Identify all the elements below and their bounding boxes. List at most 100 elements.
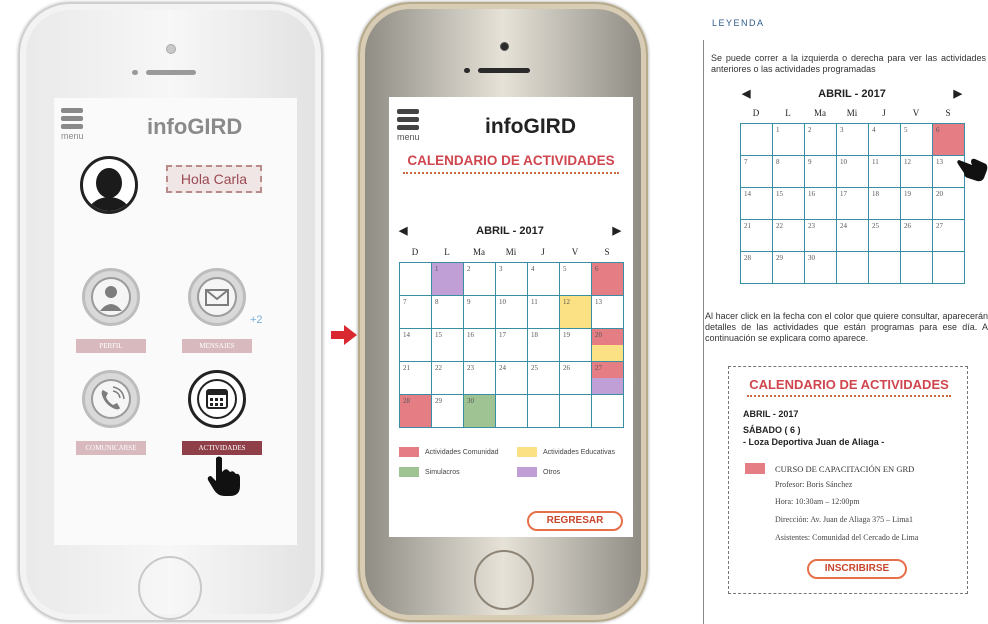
calendar-day-22[interactable]: 22 [773, 220, 805, 252]
calendar-day-19[interactable]: 19 [901, 188, 933, 220]
back-button[interactable]: REGRESAR [527, 511, 623, 531]
call-label[interactable]: COMUNICARSE [76, 441, 146, 455]
calendar-day-10[interactable]: 10 [496, 296, 528, 329]
month-label: ABRIL - 2017 [476, 224, 544, 237]
calendar-day-10[interactable]: 10 [837, 156, 869, 188]
home-button[interactable] [474, 550, 534, 610]
calendar-day-24[interactable]: 24 [837, 220, 869, 252]
calendar-day-16[interactable]: 16 [805, 188, 837, 220]
calendar-day-15[interactable]: 15 [773, 188, 805, 220]
call-tile[interactable] [82, 370, 140, 428]
calendar-day-9[interactable]: 9 [464, 296, 496, 329]
profile-tile[interactable] [82, 268, 140, 326]
calendar-empty-cell [741, 124, 773, 156]
envelope-icon [197, 277, 237, 317]
calendar-day-3[interactable]: 3 [496, 263, 528, 296]
day-number: 1 [435, 265, 439, 273]
mini-calendar-grid: 1 2 3 4 5 6 7 8 9 10 11 12 13 14 15 16 17 18 19 20 21 22 23 24 2… [740, 123, 965, 284]
calendar-day-29[interactable]: 29 [773, 252, 805, 284]
calendar-day-17[interactable]: 17 [496, 329, 528, 362]
calendar-day-21[interactable]: 21 [400, 362, 432, 395]
calendar-day-16[interactable]: 16 [464, 329, 496, 362]
day-number: 4 [531, 265, 535, 273]
calendar-day-12[interactable]: 12 [560, 296, 592, 329]
next-month-arrow-icon[interactable]: ▶ [613, 224, 621, 237]
day-number: 25 [531, 364, 538, 372]
calendar-empty-cell [528, 395, 560, 428]
arrow-right-icon [331, 325, 357, 345]
calendar-day-7[interactable]: 7 [400, 296, 432, 329]
calendar-day-26[interactable]: 26 [560, 362, 592, 395]
calendar-day-18[interactable]: 18 [869, 188, 901, 220]
activities-tile[interactable] [188, 370, 246, 428]
menu-button[interactable]: menu [61, 108, 84, 141]
pointer-hand-icon [957, 158, 988, 182]
menu-button[interactable]: menu [397, 109, 420, 142]
calendar-day-25[interactable]: 25 [528, 362, 560, 395]
calendar-day-3[interactable]: 3 [837, 124, 869, 156]
subscribe-button[interactable]: INSCRIBIRSE [807, 559, 907, 579]
calendar-day-27[interactable]: 27 [933, 220, 965, 252]
calendar-day-7[interactable]: 7 [741, 156, 773, 188]
calendar-day-28[interactable]: 28 [400, 395, 432, 428]
home-button[interactable] [138, 556, 202, 620]
calendar-day-4[interactable]: 4 [869, 124, 901, 156]
calendar-day-8[interactable]: 8 [773, 156, 805, 188]
calendar-day-11[interactable]: 11 [528, 296, 560, 329]
prev-month-arrow-icon[interactable]: ◀ [399, 224, 407, 237]
calendar-day-15[interactable]: 15 [432, 329, 464, 362]
day-number: 25 [872, 222, 879, 230]
calendar-day-5[interactable]: 5 [560, 263, 592, 296]
calendar-day-29[interactable]: 29 [432, 395, 464, 428]
calendar-day-24[interactable]: 24 [496, 362, 528, 395]
calendar-day-27[interactable]: 27 [592, 362, 624, 395]
calendar-day-25[interactable]: 25 [869, 220, 901, 252]
calendar-day-23[interactable]: 23 [464, 362, 496, 395]
event-marker-educativas [592, 345, 623, 361]
calendar-day-20[interactable]: 20 [933, 188, 965, 220]
day-number: 30 [467, 397, 474, 405]
avatar[interactable] [80, 156, 138, 214]
calendar-day-18[interactable]: 18 [528, 329, 560, 362]
weekday-label: V [571, 247, 579, 257]
calendar-day-5[interactable]: 5 [901, 124, 933, 156]
day-number: 2 [808, 126, 812, 134]
sensor-dot [132, 70, 138, 75]
calendar-day-2[interactable]: 2 [805, 124, 837, 156]
calendar-day-4[interactable]: 4 [528, 263, 560, 296]
calendar-day-2[interactable]: 2 [464, 263, 496, 296]
calendar-day-1[interactable]: 1 [773, 124, 805, 156]
home-screen: menu infoGIRD Hola Carla PERFIL +2 MENSA… [54, 98, 297, 545]
weekday-label: Mi [505, 247, 517, 257]
day-number: 15 [435, 331, 442, 339]
day-number: 8 [435, 298, 439, 306]
activities-label[interactable]: ACTIVIDADES [182, 441, 262, 455]
messages-tile[interactable] [188, 268, 246, 326]
calendar-day-14[interactable]: 14 [400, 329, 432, 362]
calendar-day-17[interactable]: 17 [837, 188, 869, 220]
calendar-day-30[interactable]: 30 [464, 395, 496, 428]
calendar-day-9[interactable]: 9 [805, 156, 837, 188]
calendar-empty-cell [933, 252, 965, 284]
calendar-day-14[interactable]: 14 [741, 188, 773, 220]
calendar-day-8[interactable]: 8 [432, 296, 464, 329]
calendar-day-21[interactable]: 21 [741, 220, 773, 252]
calendar-day-22[interactable]: 22 [432, 362, 464, 395]
calendar-day-28[interactable]: 28 [741, 252, 773, 284]
calendar-day-20[interactable]: 20 [592, 329, 624, 362]
calendar-day-30[interactable]: 30 [805, 252, 837, 284]
calendar-day-6[interactable]: 6 [592, 263, 624, 296]
calendar-day-23[interactable]: 23 [805, 220, 837, 252]
day-number: 3 [840, 126, 844, 134]
calendar-day-11[interactable]: 11 [869, 156, 901, 188]
messages-label[interactable]: MENSAJES [182, 339, 252, 353]
calendar-day-19[interactable]: 19 [560, 329, 592, 362]
day-number: 6 [936, 126, 940, 134]
profile-label[interactable]: PERFIL [76, 339, 146, 353]
next-month-arrow-icon[interactable]: ▶ [954, 87, 962, 100]
calendar-day-26[interactable]: 26 [901, 220, 933, 252]
calendar-day-13[interactable]: 13 [592, 296, 624, 329]
calendar-day-12[interactable]: 12 [901, 156, 933, 188]
calendar-day-1[interactable]: 1 [432, 263, 464, 296]
prev-month-arrow-icon[interactable]: ◀ [742, 87, 750, 100]
